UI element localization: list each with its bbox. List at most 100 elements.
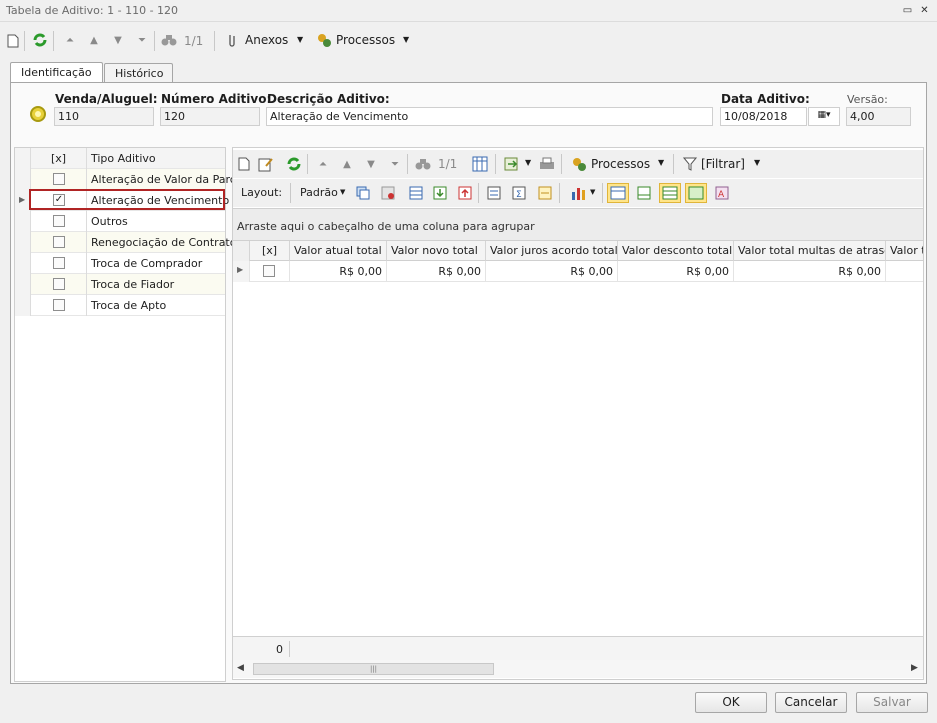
filter-icon[interactable]: [681, 155, 699, 173]
row-indicator: [15, 253, 31, 274]
row-checkbox[interactable]: [53, 236, 65, 248]
copy-layout-icon[interactable]: [354, 184, 372, 202]
header-toggle-icon[interactable]: [607, 183, 629, 203]
next-record-icon[interactable]: ▼: [109, 31, 127, 49]
chevron-down-icon[interactable]: ▼: [403, 35, 409, 44]
grid-toolbar: ⏶ ▲ ▼ ⏷ 1/1 ▼ Processos ▼ [Filtrar] ▼: [233, 150, 923, 178]
cancel-button[interactable]: Cancelar: [775, 692, 847, 713]
list-item[interactable]: Alteração de Valor da Parcela: [15, 169, 252, 190]
list-item[interactable]: Outros: [15, 211, 225, 232]
scrollbar-thumb[interactable]: |||: [253, 663, 494, 675]
table-cell[interactable]: R$ 0,00: [290, 261, 387, 282]
printer-icon[interactable]: [538, 155, 556, 173]
chevron-down-icon[interactable]: ▼: [590, 188, 595, 196]
restore-icon[interactable]: ▭: [901, 4, 914, 17]
table-cell[interactable]: R$ 0,00: [734, 261, 886, 282]
versao-field[interactable]: 4,00: [846, 107, 911, 126]
table-cell[interactable]: R$ 0,00: [486, 261, 618, 282]
scroll-left-icon[interactable]: ◀: [237, 663, 244, 673]
edit-icon[interactable]: [257, 155, 275, 173]
columns-icon[interactable]: [407, 184, 425, 202]
export-icon[interactable]: [503, 155, 521, 173]
new-document-icon[interactable]: [4, 32, 22, 50]
anexos-button[interactable]: Anexos: [245, 33, 288, 47]
processos-button[interactable]: Processos: [591, 157, 650, 171]
row-checkbox[interactable]: [263, 265, 275, 277]
chevron-down-icon[interactable]: ▼: [340, 188, 345, 196]
list-item[interactable]: Troca de Apto: [15, 295, 225, 316]
numero-field[interactable]: 120: [160, 107, 260, 126]
chevron-down-icon[interactable]: ▼: [525, 158, 531, 167]
font-icon[interactable]: A: [713, 184, 731, 202]
chart-icon[interactable]: [570, 184, 588, 202]
grid-view-icon[interactable]: [471, 155, 489, 173]
chevron-down-icon[interactable]: ▼: [754, 158, 760, 167]
new-document-icon[interactable]: [235, 155, 253, 173]
paperclip-icon[interactable]: [223, 31, 241, 49]
close-icon[interactable]: ✕: [918, 4, 931, 17]
layout-select[interactable]: Padrão: [300, 186, 338, 199]
scroll-right-icon[interactable]: ▶: [911, 663, 918, 673]
group-panel-icon[interactable]: [485, 184, 503, 202]
data-field[interactable]: 10/08/2018: [720, 107, 807, 126]
column-header-valor-novo[interactable]: Valor novo total: [387, 241, 486, 262]
calendar-dropdown-icon[interactable]: ▦▾: [808, 107, 840, 126]
row-checkbox[interactable]: [53, 173, 65, 185]
previous-record-icon[interactable]: ▲: [338, 155, 356, 173]
column-lines-icon[interactable]: [685, 183, 707, 203]
table-cell[interactable]: [886, 261, 923, 282]
column-header-valor-total[interactable]: Valor to: [886, 241, 923, 262]
first-record-icon[interactable]: ⏶: [314, 155, 332, 173]
filtrar-button[interactable]: [Filtrar]: [701, 157, 745, 171]
last-record-icon[interactable]: ⏷: [386, 155, 404, 173]
column-header-tipo[interactable]: Tipo Aditivo: [91, 152, 156, 165]
row-checkbox[interactable]: [53, 215, 65, 227]
row-indicator: [15, 148, 31, 169]
tab-historico[interactable]: Histórico: [104, 63, 173, 84]
layout-toolbar: Layout: Padrão ▼ Σ ▼ A: [233, 179, 923, 207]
horizontal-scrollbar[interactable]: ◀ ||| ▶: [233, 660, 923, 678]
save-layout-icon[interactable]: [431, 184, 449, 202]
gears-icon[interactable]: [570, 155, 588, 173]
last-record-icon[interactable]: ⏷: [133, 31, 151, 49]
chevron-down-icon[interactable]: ▼: [658, 158, 664, 167]
table-cell[interactable]: R$ 0,00: [387, 261, 486, 282]
row-checkbox[interactable]: [53, 257, 65, 269]
delete-layout-icon[interactable]: [379, 184, 397, 202]
grid-header: [x] Valor atual total Valor novo total V…: [233, 240, 923, 262]
row-checkbox[interactable]: [53, 278, 65, 290]
first-record-icon[interactable]: ⏶: [61, 31, 79, 49]
list-item[interactable]: Troca de Fiador: [15, 274, 225, 295]
ok-button[interactable]: OK: [695, 692, 767, 713]
column-header-check[interactable]: [x]: [31, 148, 87, 169]
group-by-panel[interactable]: Arraste aqui o cabeçalho de uma coluna p…: [233, 208, 923, 240]
binoculars-icon[interactable]: [414, 155, 432, 173]
table-row[interactable]: ▶ R$ 0,00 R$ 0,00 R$ 0,00 R$ 0,00 R$ 0,0…: [233, 261, 923, 282]
list-item[interactable]: Troca de Comprador: [15, 253, 225, 274]
chevron-down-icon[interactable]: ▼: [297, 35, 303, 44]
gears-icon[interactable]: [315, 31, 333, 49]
column-header-valor-atual[interactable]: Valor atual total: [290, 241, 387, 262]
row-checkbox[interactable]: [53, 299, 65, 311]
list-item[interactable]: Renegociação de Contrato: [15, 232, 236, 253]
upload-layout-icon[interactable]: [456, 184, 474, 202]
refresh-icon[interactable]: [285, 155, 303, 173]
column-header-valor-desconto[interactable]: Valor desconto total: [618, 241, 734, 262]
row-lines-icon[interactable]: [659, 183, 681, 203]
column-header-valor-juros[interactable]: Valor juros acordo total: [486, 241, 618, 262]
processos-button[interactable]: Processos: [336, 33, 395, 47]
table-cell[interactable]: R$ 0,00: [618, 261, 734, 282]
next-record-icon[interactable]: ▼: [362, 155, 380, 173]
descricao-field[interactable]: Alteração de Vencimento: [266, 107, 713, 126]
auto-filter-icon[interactable]: [536, 184, 554, 202]
check-cell: [31, 211, 87, 232]
sum-icon[interactable]: Σ: [510, 184, 528, 202]
column-header-valor-multas[interactable]: Valor total multas de atraso: [734, 241, 886, 262]
save-button[interactable]: Salvar: [856, 692, 928, 713]
previous-record-icon[interactable]: ▲: [85, 31, 103, 49]
binoculars-icon[interactable]: [160, 31, 178, 49]
column-header-check[interactable]: [x]: [250, 241, 290, 262]
footer-toggle-icon[interactable]: [635, 184, 653, 202]
refresh-icon[interactable]: [31, 31, 49, 49]
venda-field[interactable]: 110: [54, 107, 154, 126]
